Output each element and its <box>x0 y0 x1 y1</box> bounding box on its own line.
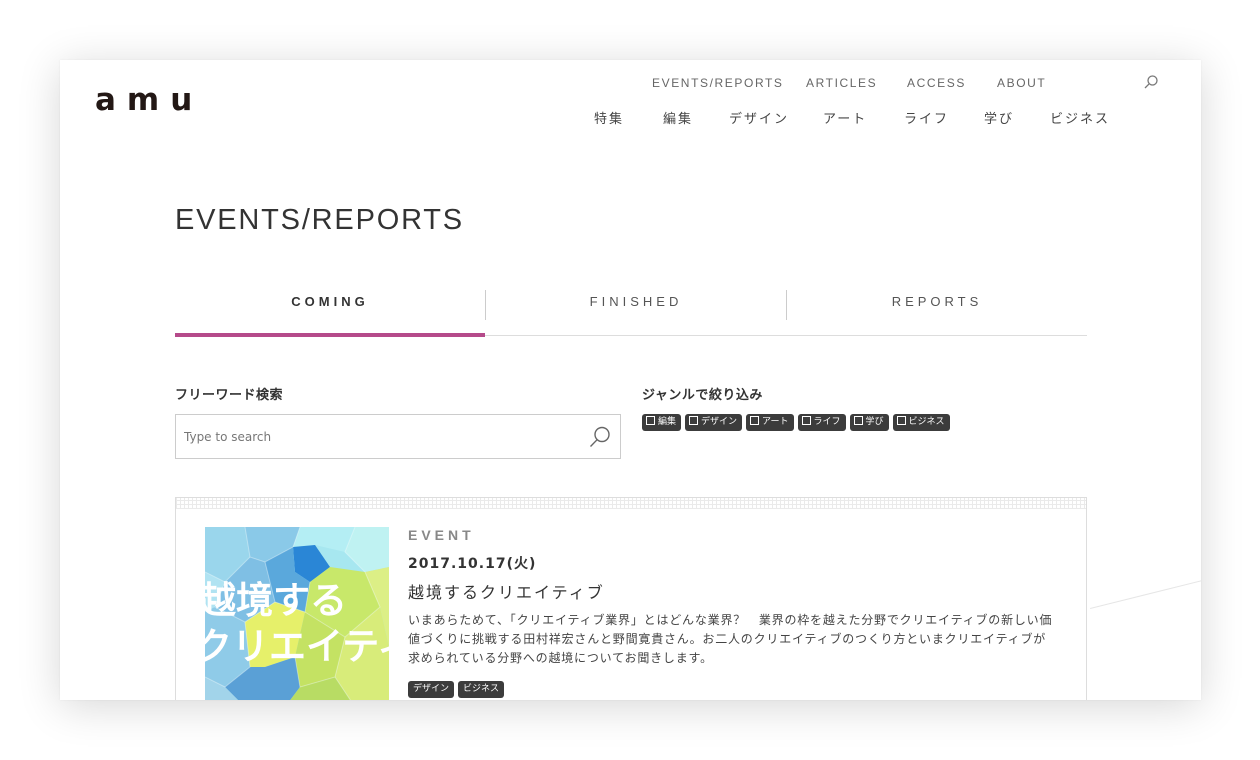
search-label: フリーワード検索 <box>175 388 284 403</box>
chip-label: アート <box>762 417 789 427</box>
event-tag-business[interactable]: ビジネス <box>458 681 505 698</box>
genre-nav-design[interactable]: デザイン <box>729 108 789 127</box>
tab-coming-label: COMING <box>291 294 369 309</box>
thumbnail-title-line1: 越境する <box>205 579 347 622</box>
genre-filter-design[interactable]: デザイン <box>685 414 743 431</box>
card-pattern-border <box>176 498 1086 509</box>
checkbox-icon <box>896 416 906 425</box>
genre-filter-label: ジャンルで絞り込み <box>642 388 763 403</box>
genre-nav: 特集 編集 デザイン アート ライフ 学び ビジネス <box>594 108 1201 128</box>
tab-coming[interactable]: COMING <box>175 282 485 337</box>
tab-reports-label: REPORTS <box>891 294 983 309</box>
chip-label: 編集 <box>658 417 677 427</box>
genre-nav-tokushu[interactable]: 特集 <box>594 108 624 127</box>
genre-nav-life[interactable]: ライフ <box>904 108 949 127</box>
chip-label: デザイン <box>701 417 738 427</box>
search-input[interactable] <box>184 415 574 458</box>
decorative-line <box>1090 545 1201 609</box>
event-title[interactable]: 越境するクリエイティブ <box>408 579 605 603</box>
checkbox-icon <box>801 416 811 425</box>
event-thumbnail[interactable]: 越境する クリエイティブ <box>205 527 389 700</box>
genre-filter-manabi[interactable]: 学び <box>849 414 889 431</box>
event-category: EVENT <box>408 527 475 543</box>
page-title: EVENTS/REPORTS <box>175 204 464 236</box>
event-tag-design[interactable]: デザイン <box>408 681 455 698</box>
search-icon[interactable] <box>1143 74 1161 92</box>
search-submit-icon[interactable] <box>588 425 612 449</box>
active-tab-indicator <box>175 333 485 337</box>
tab-finished-label: FINISHED <box>589 294 683 309</box>
chip-label: ライフ <box>813 417 841 427</box>
event-tags: デザイン ビジネス <box>408 681 508 700</box>
genre-filter-life[interactable]: ライフ <box>797 414 846 431</box>
top-nav-about[interactable]: ABOUT <box>997 76 1046 90</box>
checkbox-icon <box>646 416 655 425</box>
site-logo[interactable]: amu <box>95 82 203 118</box>
top-nav-access[interactable]: ACCESS <box>907 76 966 90</box>
genre-nav-henshu[interactable]: 編集 <box>663 108 693 127</box>
chip-label: ビジネス <box>908 417 945 427</box>
top-nav: EVENTS/REPORTS ARTICLES ACCESS ABOUT <box>601 74 1201 96</box>
genre-filter-art[interactable]: アート <box>746 414 794 431</box>
genre-filter-chips: 編集 デザイン アート ライフ 学び ビジネス <box>642 414 954 434</box>
top-nav-events-reports[interactable]: EVENTS/REPORTS <box>652 76 784 90</box>
tab-finished[interactable]: FINISHED <box>486 282 786 335</box>
chip-label: 学び <box>865 417 884 427</box>
genre-nav-manabi[interactable]: 学び <box>984 108 1014 127</box>
tab-reports[interactable]: REPORTS <box>787 282 1087 335</box>
genre-filter-business[interactable]: ビジネス <box>892 414 950 431</box>
search-field <box>175 414 621 459</box>
event-description: いまあらためて、「クリエイティブ業界」とはどんな業界？ 業界の枠を越えた分野でク… <box>408 613 1053 665</box>
event-date: 2017.10.17(火) <box>408 556 537 572</box>
browser-window: amu EVENTS/REPORTS ARTICLES ACCESS ABOUT… <box>60 60 1201 700</box>
genre-nav-art[interactable]: アート <box>823 108 867 127</box>
event-tabs: COMING FINISHED REPORTS <box>175 282 1087 337</box>
checkbox-icon <box>750 416 760 425</box>
checkbox-icon <box>689 416 699 425</box>
top-nav-articles[interactable]: ARTICLES <box>806 76 877 90</box>
thumbnail-title-line2: クリエイティブ <box>205 625 389 668</box>
genre-nav-business[interactable]: ビジネス <box>1050 108 1110 127</box>
genre-filter-henshu[interactable]: 編集 <box>642 414 682 431</box>
checkbox-icon <box>853 416 863 425</box>
event-card[interactable]: 越境する クリエイティブ EVENT 2017.10.17(火) 越境するクリエ… <box>175 497 1087 700</box>
